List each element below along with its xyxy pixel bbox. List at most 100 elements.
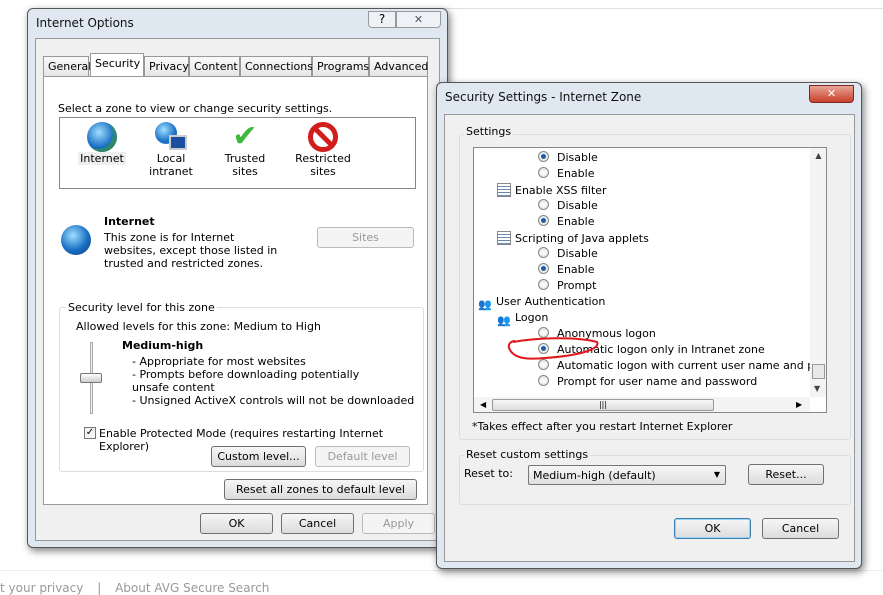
globe-icon <box>87 122 117 152</box>
reset-to-dropdown[interactable]: Medium-high (default) ▼ <box>528 465 726 485</box>
setting-radio-option[interactable]: Disable <box>538 247 598 260</box>
reset-group-label: Reset custom settings <box>464 448 591 461</box>
settings-tree[interactable]: Disable Enable Enable XSS filter Disable Ena… <box>473 147 827 413</box>
tab-programs[interactable]: Programs <box>312 56 369 76</box>
cancel-button[interactable]: Cancel <box>762 518 839 539</box>
setting-label: Enable <box>557 167 595 180</box>
intranet-icon <box>155 122 187 152</box>
footer-links: t your privacy | About AVG Secure Search <box>0 581 270 595</box>
page-divider <box>0 570 883 571</box>
radio-unchecked[interactable] <box>538 279 549 290</box>
setting-label: Disable <box>557 247 598 260</box>
scroll-up-icon[interactable]: ▲ <box>810 151 826 160</box>
help-button[interactable]: ? <box>368 11 396 28</box>
users-icon: 👥 <box>478 298 492 311</box>
setting-radio-option[interactable]: Disable <box>538 151 598 164</box>
tab-security[interactable]: Security <box>90 53 144 77</box>
sites-button[interactable]: Sites <box>317 227 414 248</box>
radio-checked[interactable] <box>538 151 549 162</box>
privacy-link[interactable]: t your privacy <box>0 581 83 595</box>
default-level-button[interactable]: Default level <box>315 446 410 467</box>
window-title: Security Settings - Internet Zone <box>445 90 642 104</box>
zone-name: Internet <box>104 215 155 228</box>
radio-unchecked[interactable] <box>538 247 549 258</box>
setting-radio-option[interactable]: Prompt for user name and password <box>538 375 757 388</box>
settings-label: Settings <box>464 125 514 138</box>
security-level-label: Security level for this zone <box>66 301 217 314</box>
setting-label: Enable <box>557 215 595 228</box>
page-divider <box>440 8 883 9</box>
setting-heading: Scripting of Java applets <box>497 231 649 245</box>
zone-restricted-sites[interactable]: Restricted sites <box>288 122 358 178</box>
setting-label: Enable XSS filter <box>515 184 607 197</box>
zone-description: This zone is for Internet websites, exce… <box>104 231 278 270</box>
allowed-levels: Allowed levels for this zone: Medium to … <box>76 320 321 333</box>
radio-checked[interactable] <box>538 215 549 226</box>
protected-mode-checkbox[interactable]: ✓ <box>84 427 96 439</box>
tab-content[interactable]: Content <box>189 56 240 76</box>
setting-label: Logon <box>515 311 549 324</box>
setting-radio-option[interactable]: Disable <box>538 199 598 212</box>
setting-label: Enable <box>557 263 595 276</box>
scroll-down-icon[interactable]: ▼ <box>814 384 820 393</box>
setting-label: Disable <box>557 199 598 212</box>
radio-unchecked[interactable] <box>538 199 549 210</box>
close-button[interactable]: ✕ <box>396 11 441 28</box>
custom-level-button[interactable]: Custom level... <box>211 446 306 467</box>
tab-connections[interactable]: Connections <box>240 56 313 76</box>
users-icon: 👥 <box>497 314 511 327</box>
zone-internet[interactable]: Internet <box>72 122 132 165</box>
tab-panel: Select a zone to view or change security… <box>43 76 428 505</box>
setting-label: Scripting of Java applets <box>515 232 649 245</box>
zone-globe-icon <box>61 225 91 255</box>
tab-privacy[interactable]: Privacy <box>144 56 189 76</box>
restricted-icon <box>308 122 338 152</box>
horizontal-scrollbar[interactable]: ◀ ||| ▶ <box>474 397 810 412</box>
ok-button[interactable]: OK <box>200 513 273 534</box>
script-icon <box>497 183 511 197</box>
level-item: - Prompts before downloading potentially… <box>132 368 360 394</box>
security-settings-window: Security Settings - Internet Zone ✕ Sett… <box>436 82 862 569</box>
security-level-slider[interactable] <box>76 342 106 414</box>
setting-heading: 👥 Logon <box>497 311 548 328</box>
tab-advanced[interactable]: Advanced <box>369 56 428 76</box>
setting-heading: Enable XSS filter <box>497 183 607 197</box>
radio-checked[interactable] <box>538 263 549 274</box>
apply-button[interactable]: Apply <box>362 513 435 534</box>
ok-button[interactable]: OK <box>674 518 751 539</box>
scroll-thumb[interactable] <box>812 364 825 379</box>
setting-heading: 👥 User Authentication <box>478 295 605 312</box>
close-button[interactable]: ✕ <box>809 85 854 103</box>
tab-strip: General Security Privacy Content Connect… <box>43 53 433 77</box>
dialog-body: General Security Privacy Content Connect… <box>35 38 440 541</box>
about-avg-link[interactable]: About AVG Secure Search <box>115 581 269 595</box>
zone-local-intranet[interactable]: Local intranet <box>136 122 206 178</box>
red-annotation-circle <box>507 337 599 360</box>
zone-list[interactable]: Internet Local intranet ✔ Trusted sites … <box>59 117 416 189</box>
window-title: Internet Options <box>36 16 134 30</box>
radio-unchecked[interactable] <box>538 167 549 178</box>
setting-radio-option[interactable]: Enable <box>538 167 594 180</box>
radio-unchecked[interactable] <box>538 375 549 386</box>
scroll-left-icon[interactable]: ◀ <box>480 400 486 409</box>
zone-trusted-sites[interactable]: ✔ Trusted sites <box>212 119 278 179</box>
cancel-button[interactable]: Cancel <box>281 513 354 534</box>
setting-radio-option[interactable]: Prompt <box>538 279 596 292</box>
script-icon <box>497 231 511 245</box>
vertical-scrollbar[interactable]: ▲ ▼ <box>810 148 826 397</box>
reset-all-zones-button[interactable]: Reset all zones to default level <box>224 479 417 500</box>
reset-button[interactable]: Reset... <box>748 464 824 485</box>
scroll-right-icon[interactable]: ▶ <box>796 400 802 409</box>
setting-radio-option[interactable]: Enable <box>538 215 594 228</box>
checkmark-icon: ✔ <box>232 119 258 154</box>
level-item: - Unsigned ActiveX controls will not be … <box>132 394 415 407</box>
setting-radio-option[interactable]: Enable <box>538 263 594 276</box>
chevron-down-icon: ▼ <box>713 470 720 479</box>
setting-label: Prompt for user name and password <box>557 375 758 388</box>
scroll-thumb-h[interactable]: ||| <box>492 399 714 411</box>
tab-general[interactable]: General <box>43 56 91 76</box>
dialog-body: Settings Disable Enable Enable XSS filter D… <box>444 114 855 562</box>
zone-prompt: Select a zone to view or change security… <box>58 102 333 115</box>
setting-label: Prompt <box>557 279 597 292</box>
reset-to-label: Reset to: <box>464 467 513 480</box>
